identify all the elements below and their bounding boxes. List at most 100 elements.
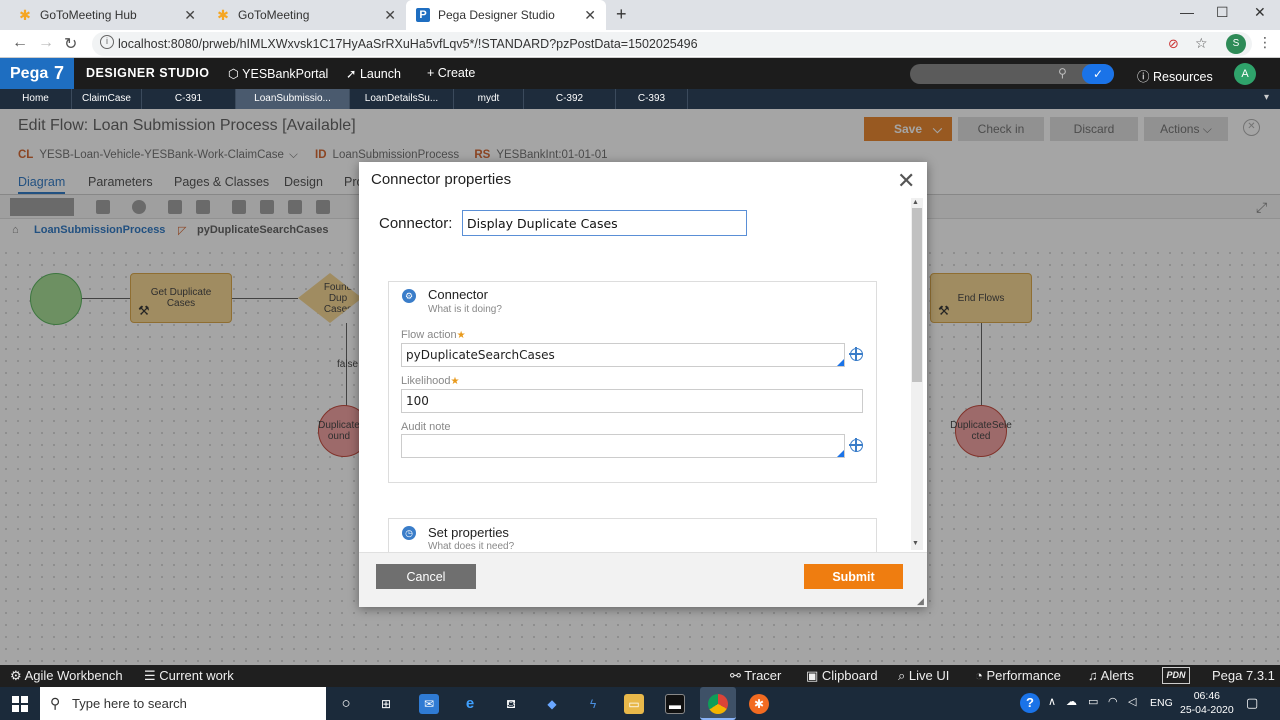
work-tab-active[interactable]: LoanSubmissio... bbox=[236, 89, 350, 109]
pdn-button[interactable]: PDN bbox=[1162, 667, 1190, 684]
close-icon[interactable]: ✕ bbox=[384, 7, 396, 24]
live-ui-button[interactable]: ⌕ Live UI bbox=[898, 668, 949, 684]
volume-icon[interactable]: ◁ bbox=[1128, 695, 1136, 708]
work-tab[interactable]: C-392 bbox=[524, 89, 616, 109]
crosshair-icon[interactable] bbox=[849, 438, 863, 452]
url-field[interactable]: localhost:8080/prweb/hIMLXWxvsk1C17HyAaS… bbox=[92, 32, 1252, 56]
reload-icon[interactable]: ↻ bbox=[64, 34, 77, 54]
likelihood-label: Likelihood★ bbox=[401, 375, 460, 387]
create-menu[interactable]: + Create bbox=[427, 66, 475, 80]
dropbox-icon[interactable]: ◆ bbox=[542, 694, 562, 714]
minimize-icon[interactable]: — bbox=[1180, 4, 1194, 20]
work-tabs: Home ClaimCase C-391 LoanSubmissio... Lo… bbox=[0, 89, 1280, 109]
alerts-button[interactable]: ♫ Alerts bbox=[1088, 668, 1134, 683]
performance-button[interactable]: ◔ Performance bbox=[975, 668, 1061, 683]
search-check-icon[interactable]: ✓ bbox=[1082, 64, 1114, 84]
close-icon[interactable]: ✕ bbox=[584, 7, 596, 24]
task-view-icon[interactable]: ⊞ bbox=[376, 694, 396, 714]
cortana-icon[interactable]: ○ bbox=[336, 694, 356, 714]
label-text: Likelihood bbox=[401, 375, 451, 387]
windows-start-icon[interactable] bbox=[12, 696, 28, 712]
forward-icon[interactable]: → bbox=[38, 34, 54, 52]
likelihood-input[interactable] bbox=[401, 389, 863, 413]
app-menu[interactable]: ⬡ YESBankPortal bbox=[228, 66, 328, 81]
scroll-down-icon[interactable]: ▼ bbox=[912, 540, 919, 547]
flow-action-label: Flow action★ bbox=[401, 329, 466, 341]
user-avatar[interactable]: A bbox=[1234, 63, 1256, 85]
browser-tab-active[interactable]: P Pega Designer Studio ✕ bbox=[406, 0, 606, 30]
show-hidden-icons-icon[interactable]: ∧ bbox=[1048, 695, 1056, 708]
work-tab[interactable]: ClaimCase bbox=[72, 89, 142, 109]
submit-button[interactable]: Submit bbox=[804, 564, 903, 589]
browser-tab[interactable]: ✱ GoToMeeting ✕ bbox=[206, 0, 406, 30]
work-tab[interactable]: mydt bbox=[454, 89, 524, 109]
work-tab[interactable]: C-391 bbox=[142, 89, 236, 109]
window-close-icon[interactable]: ✕ bbox=[1254, 4, 1266, 21]
section-subtitle: What is it doing? bbox=[428, 304, 502, 315]
tab-title: GoToMeeting Hub bbox=[40, 8, 137, 22]
profile-avatar[interactable]: S bbox=[1226, 34, 1246, 54]
chrome-icon[interactable] bbox=[700, 687, 736, 720]
agile-workbench-button[interactable]: ⚙ Agile Workbench bbox=[10, 668, 123, 684]
cloud-icon[interactable]: ☁ bbox=[1066, 695, 1077, 708]
blocked-icon[interactable]: ⊘ bbox=[1168, 36, 1179, 52]
app-icon[interactable]: ϟ bbox=[583, 694, 603, 714]
tabs-overflow-icon[interactable]: ▾ bbox=[1264, 92, 1269, 103]
edge-icon[interactable]: e bbox=[460, 694, 480, 714]
search-icon[interactable]: ⚲ bbox=[1058, 66, 1067, 80]
maximize-icon[interactable]: ☐ bbox=[1216, 4, 1229, 21]
bookmark-star-icon[interactable]: ☆ bbox=[1195, 35, 1208, 52]
browser-tab[interactable]: ✱ GoToMeeting Hub ✕ bbox=[8, 0, 206, 30]
scroll-up-icon[interactable]: ▲ bbox=[912, 199, 919, 206]
wifi-icon[interactable]: ◠ bbox=[1108, 695, 1118, 708]
clipboard-button[interactable]: ▣ Clipboard bbox=[806, 668, 878, 684]
live-ui-icon: ⌕ bbox=[898, 668, 909, 683]
cancel-button[interactable]: Cancel bbox=[376, 564, 476, 589]
windows-taskbar: ⚲ Type here to search ○ ⊞ ✉ e ⛾ ◆ ϟ ▭ ▬ … bbox=[0, 687, 1280, 720]
gotomeeting-taskbar-icon[interactable]: ✱ bbox=[749, 694, 769, 714]
close-icon[interactable]: ✕ bbox=[897, 168, 915, 194]
resize-handle-icon[interactable]: ◢ bbox=[917, 596, 924, 607]
current-work-button[interactable]: ☰ Current work bbox=[144, 668, 234, 684]
work-tab[interactable]: LoanDetailsSu... bbox=[350, 89, 454, 109]
button-label: Live UI bbox=[908, 668, 950, 683]
clock-time: 06:46 bbox=[1193, 690, 1220, 702]
create-label: Create bbox=[437, 66, 476, 80]
taskbar-clock[interactable]: 06:46 25-04-2020 bbox=[1180, 689, 1234, 717]
taskbar-search-input[interactable]: ⚲ Type here to search bbox=[40, 687, 326, 720]
notifications-icon[interactable]: ▢ bbox=[1246, 695, 1258, 711]
launch-menu[interactable]: ➚ Launch bbox=[346, 66, 401, 81]
studio-menu[interactable]: DESIGNER STUDIO bbox=[86, 66, 210, 80]
tracer-button[interactable]: ⚯ Tracer bbox=[730, 668, 781, 684]
work-tab[interactable]: C-393 bbox=[616, 89, 688, 109]
crosshair-icon[interactable] bbox=[849, 347, 863, 361]
connector-name-label: Connector: bbox=[379, 215, 453, 232]
flow-action-input[interactable] bbox=[401, 343, 845, 367]
new-tab-icon[interactable]: + bbox=[616, 4, 627, 25]
close-icon[interactable]: ✕ bbox=[184, 7, 196, 24]
connector-properties-dialog: Connector properties ✕ Connector: ⚙ Conn… bbox=[359, 162, 927, 607]
browser-tab-strip: ✱ GoToMeeting Hub ✕ ✱ GoToMeeting ✕ P Pe… bbox=[0, 0, 1280, 30]
tracer-icon: ⚯ bbox=[730, 668, 745, 683]
mail-icon[interactable]: ✉ bbox=[419, 694, 439, 714]
resources-menu[interactable]: ⓘ Resources bbox=[1137, 66, 1213, 85]
scrollbar-thumb[interactable] bbox=[912, 208, 922, 382]
clipboard-icon: ▣ bbox=[806, 668, 822, 683]
bell-icon: ♫ bbox=[1088, 668, 1101, 683]
back-icon[interactable]: ← bbox=[12, 34, 28, 52]
store-icon[interactable]: ⛾ bbox=[501, 694, 521, 714]
help-icon[interactable]: ? bbox=[1020, 693, 1040, 713]
language-indicator[interactable]: ENG bbox=[1150, 697, 1173, 709]
connector-name-input[interactable] bbox=[462, 210, 747, 236]
audit-note-input[interactable] bbox=[401, 434, 845, 458]
terminal-icon[interactable]: ▬ bbox=[665, 694, 685, 714]
battery-icon[interactable]: ▭ bbox=[1088, 695, 1098, 708]
section-title: Connector bbox=[428, 287, 488, 302]
info-icon[interactable]: i bbox=[100, 35, 114, 49]
work-tab[interactable]: Home bbox=[0, 89, 72, 109]
pega-logo[interactable]: Pega 7 bbox=[0, 58, 74, 89]
file-explorer-icon[interactable]: ▭ bbox=[624, 694, 644, 714]
autocomplete-corner-icon bbox=[837, 450, 844, 457]
kebab-menu-icon[interactable]: ⋮ bbox=[1258, 34, 1272, 51]
url-text: localhost:8080/prweb/hIMLXWxvsk1C17HyAaS… bbox=[118, 37, 698, 51]
